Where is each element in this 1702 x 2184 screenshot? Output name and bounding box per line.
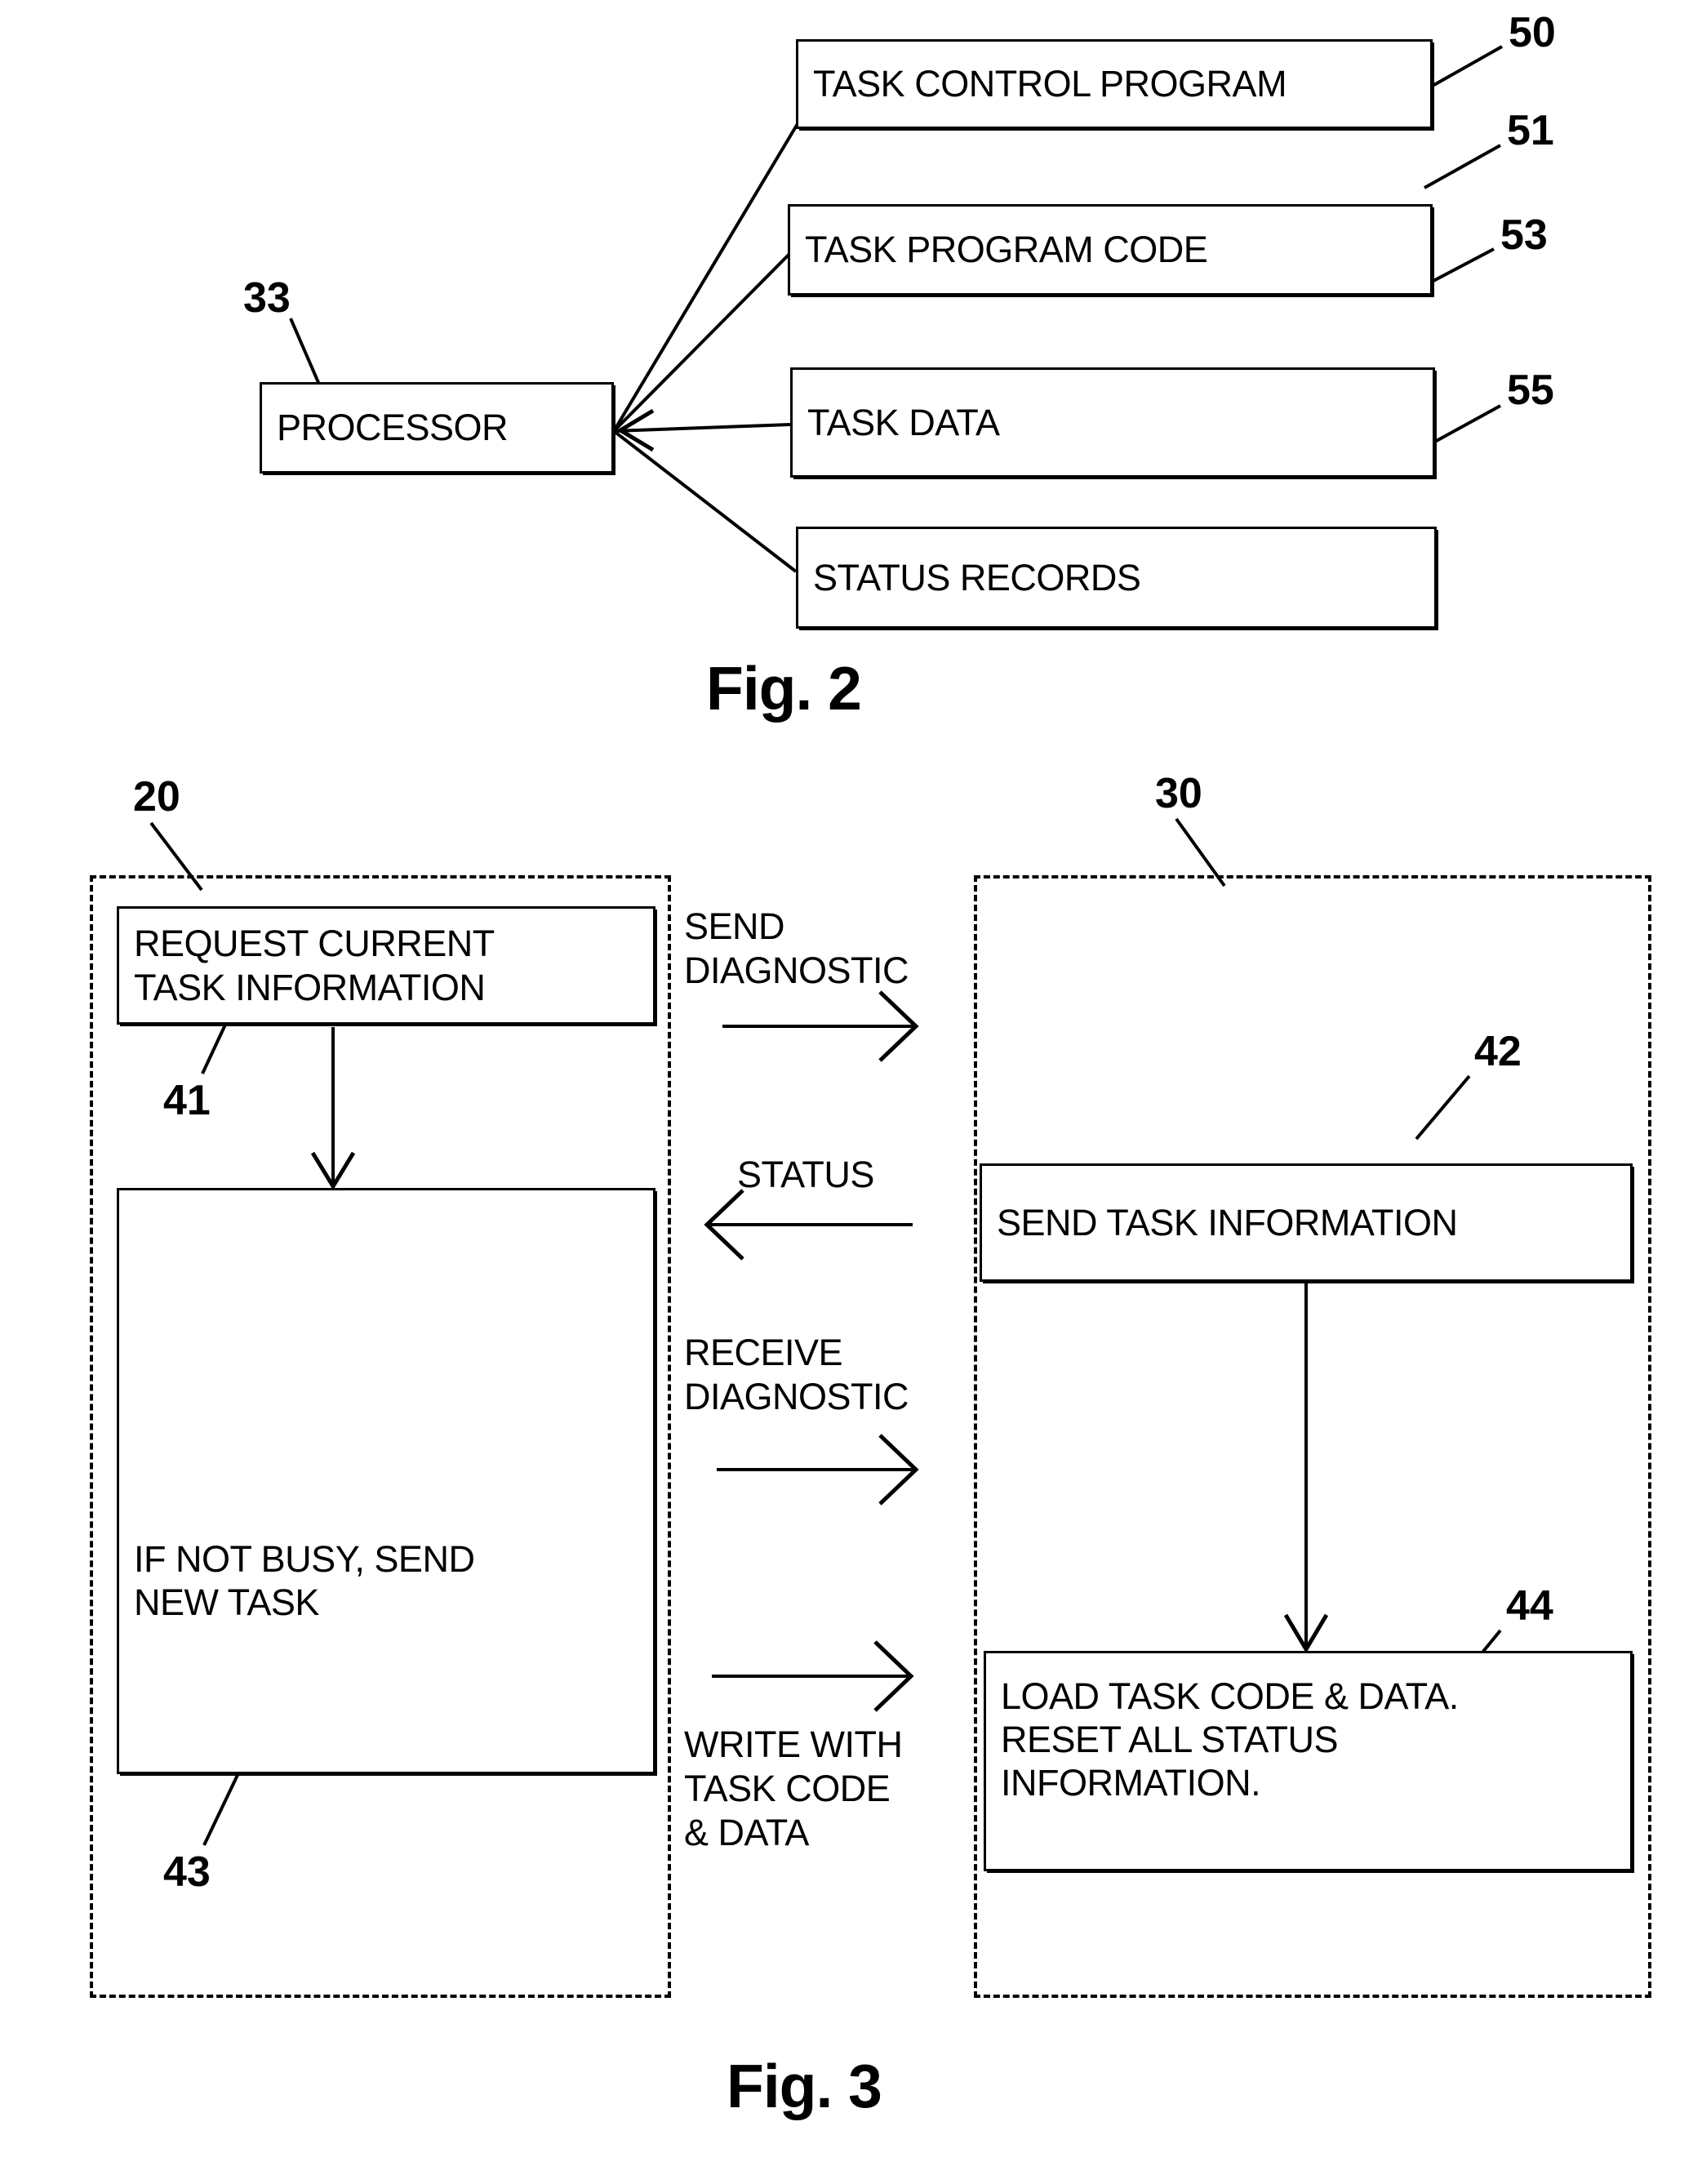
message-receive-diagnostic-label: RECEIVE DIAGNOSTIC	[684, 1332, 909, 1417]
ref-30: 30	[1155, 770, 1202, 817]
processor-block-label: PROCESSOR	[277, 407, 509, 449]
status-records-label: STATUS RECORDS	[813, 556, 1141, 598]
ref-33: 33	[243, 274, 291, 322]
task-control-program-block[interactable]: TASK CONTROL PROGRAM	[796, 39, 1433, 129]
ref-44: 44	[1506, 1582, 1553, 1630]
message-write-with-task-code-label: WRITE WITH TASK CODE & DATA	[684, 1724, 903, 1853]
fig3-arrow-send-diagnostic	[722, 990, 919, 1062]
fig2-connector-task-control-program	[612, 121, 800, 433]
task-control-program-label: TASK CONTROL PROGRAM	[813, 63, 1287, 105]
if-not-busy-send-new-task-block[interactable]: IF NOT BUSY, SEND NEW TASK	[117, 1188, 655, 1774]
task-program-code-block[interactable]: TASK PROGRAM CODE	[788, 204, 1433, 296]
ref-53: 53	[1500, 211, 1548, 259]
figure-2-caption: Fig. 2	[706, 654, 862, 723]
fig3-arrow-receive-diagnostic	[717, 1434, 919, 1506]
task-data-label: TASK DATA	[807, 401, 1000, 443]
request-current-task-information-block[interactable]: REQUEST CURRENT TASK INFORMATION	[117, 906, 655, 1025]
ref-43: 43	[163, 1848, 211, 1896]
leader-55	[1424, 404, 1501, 449]
patent-drawing-sheet: PROCESSOR TASK CONTROL PROGRAM TASK PROG…	[0, 0, 1702, 2184]
ref-42: 42	[1474, 1028, 1522, 1075]
load-task-code-and-data-label: LOAD TASK CODE & DATA. RESET ALL STATUS …	[1001, 1675, 1459, 1804]
request-current-task-information-label: REQUEST CURRENT TASK INFORMATION	[134, 923, 495, 1008]
fig2-connector-task-data	[613, 408, 791, 452]
ref-20: 20	[133, 773, 180, 821]
leader-50	[1432, 45, 1503, 87]
ref-55: 55	[1507, 367, 1554, 414]
fig3-arrow-status	[704, 1189, 913, 1261]
if-not-busy-send-new-task-label: IF NOT BUSY, SEND NEW TASK	[134, 1538, 475, 1624]
figure-3-caption: Fig. 3	[727, 2052, 882, 2120]
message-send-diagnostic-label: SEND DIAGNOSTIC	[684, 905, 909, 991]
fig3-arrow-write-with-task-code	[712, 1640, 914, 1712]
leader-33	[289, 318, 324, 393]
fig2-connector-task-program-code	[612, 243, 800, 433]
ref-41: 41	[163, 1077, 211, 1124]
processor-block[interactable]: PROCESSOR	[260, 382, 614, 474]
fig2-connector-status-records	[612, 429, 798, 573]
task-program-code-label: TASK PROGRAM CODE	[805, 229, 1208, 271]
status-records-block[interactable]: STATUS RECORDS	[796, 527, 1437, 629]
ref-51: 51	[1507, 107, 1554, 154]
load-task-code-and-data-block[interactable]: LOAD TASK CODE & DATA. RESET ALL STATUS …	[984, 1651, 1633, 1871]
message-status-label: STATUS	[737, 1154, 874, 1195]
send-task-information-label: SEND TASK INFORMATION	[997, 1201, 1458, 1243]
leader-51	[1424, 144, 1501, 189]
send-task-information-block[interactable]: SEND TASK INFORMATION	[980, 1163, 1633, 1282]
ref-50: 50	[1509, 9, 1556, 56]
task-data-block[interactable]: TASK DATA	[790, 367, 1435, 478]
